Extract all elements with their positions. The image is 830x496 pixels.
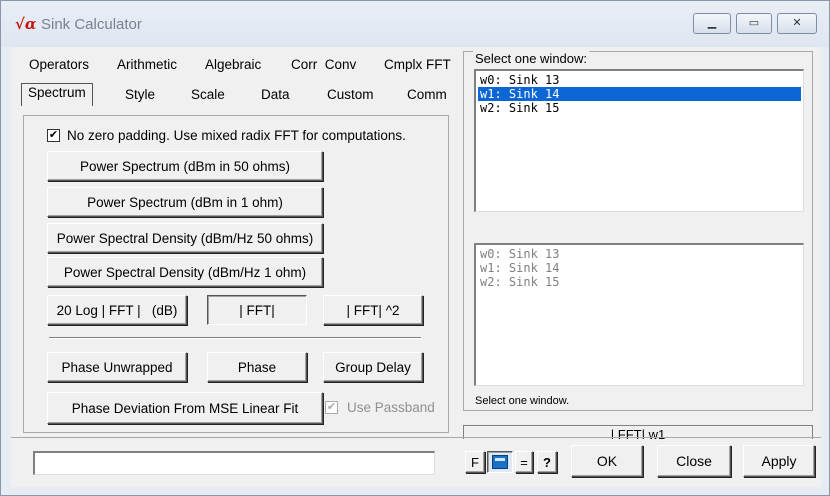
maximize-icon: ▭ bbox=[748, 17, 760, 29]
power-spectrum-1-button[interactable]: Power Spectrum (dBm in 1 ohm) bbox=[47, 187, 323, 217]
calculator-icon bbox=[492, 455, 508, 469]
tab-corr-conv[interactable]: Corr Conv bbox=[291, 56, 356, 74]
checkmark-icon: ✔ bbox=[48, 129, 59, 141]
group-delay-button[interactable]: Group Delay bbox=[323, 352, 423, 382]
abs-fft-squared-button[interactable]: | FFT| ^2 bbox=[323, 295, 423, 325]
window-list-disabled[interactable]: w0: Sink 13 w1: Sink 14 w2: Sink 15 bbox=[474, 243, 804, 386]
bottom-separator bbox=[11, 437, 821, 438]
tab-data[interactable]: Data bbox=[261, 86, 290, 104]
maximize-button[interactable]: ▭ bbox=[736, 13, 772, 34]
separator bbox=[49, 337, 421, 339]
equals-button[interactable]: = bbox=[515, 451, 533, 473]
tab-algebraic[interactable]: Algebraic bbox=[205, 56, 261, 74]
phase-deviation-button[interactable]: Phase Deviation From MSE Linear Fit bbox=[47, 392, 323, 424]
minimize-button[interactable]: ▁ bbox=[693, 13, 731, 34]
status-text: Select one window. bbox=[475, 395, 570, 407]
calculator-button[interactable] bbox=[487, 451, 513, 473]
close-window-button[interactable]: ✕ bbox=[777, 13, 817, 34]
client-area: Operators Arithmetic Algebraic Corr Conv… bbox=[11, 47, 821, 487]
power-spectrum-50-button[interactable]: Power Spectrum (dBm in 50 ohms) bbox=[47, 151, 323, 181]
zero-padding-checkbox[interactable]: ✔ bbox=[47, 129, 60, 142]
title-bar: √α Sink Calculator ▁ ▭ ✕ bbox=[1, 1, 829, 47]
list-item[interactable]: w2: Sink 15 bbox=[478, 275, 559, 289]
tab-style[interactable]: Style bbox=[125, 86, 155, 104]
psd-50-button[interactable]: Power Spectral Density (dBm/Hz 50 ohms) bbox=[47, 223, 323, 253]
phase-button[interactable]: Phase bbox=[207, 352, 307, 382]
psd-1-button[interactable]: Power Spectral Density (dBm/Hz 1 ohm) bbox=[47, 257, 323, 287]
app-icon: √α bbox=[15, 15, 37, 33]
tab-cmplx-fft[interactable]: Cmplx FFT bbox=[384, 56, 451, 74]
tab-arithmetic[interactable]: Arithmetic bbox=[117, 56, 177, 74]
window-title: Sink Calculator bbox=[41, 16, 142, 33]
tab-comm[interactable]: Comm bbox=[407, 86, 447, 104]
minimize-icon: ▁ bbox=[707, 17, 717, 29]
list-item[interactable]: w1: Sink 14 bbox=[478, 87, 801, 101]
list-item[interactable]: w0: Sink 13 bbox=[478, 73, 801, 87]
list-item[interactable]: w2: Sink 15 bbox=[478, 101, 801, 115]
log-fft-button[interactable]: 20 Log | FFT | (dB) bbox=[47, 295, 187, 325]
list-item[interactable]: w1: Sink 14 bbox=[478, 261, 559, 275]
tab-operators[interactable]: Operators bbox=[29, 56, 89, 74]
phase-unwrapped-button[interactable]: Phase Unwrapped bbox=[47, 352, 187, 382]
checkmark-icon: ✔ bbox=[326, 401, 337, 413]
f-button[interactable]: F bbox=[465, 451, 485, 473]
close-icon: ✕ bbox=[792, 17, 802, 29]
ok-button[interactable]: OK bbox=[571, 445, 643, 477]
zero-padding-label: No zero padding. Use mixed radix FFT for… bbox=[67, 128, 406, 143]
select-window-label: Select one window: bbox=[473, 51, 590, 66]
tab-spectrum[interactable]: Spectrum bbox=[21, 83, 93, 106]
list-item[interactable]: w0: Sink 13 bbox=[478, 247, 559, 261]
use-passband-checkbox[interactable]: ✔ bbox=[325, 401, 338, 414]
help-button[interactable]: ? bbox=[537, 451, 557, 473]
close-button[interactable]: Close bbox=[657, 445, 731, 477]
tab-scale[interactable]: Scale bbox=[191, 86, 225, 104]
window-list[interactable]: w0: Sink 13 w1: Sink 14 w2: Sink 15 bbox=[474, 69, 804, 212]
sink-calculator-window: √α Sink Calculator ▁ ▭ ✕ Operators Arith… bbox=[0, 0, 830, 496]
abs-fft-button[interactable]: | FFT| bbox=[207, 295, 307, 325]
expression-input[interactable] bbox=[33, 451, 435, 475]
use-passband-label: Use Passband bbox=[347, 400, 435, 415]
apply-button[interactable]: Apply bbox=[743, 445, 815, 477]
tab-custom[interactable]: Custom bbox=[327, 86, 374, 104]
